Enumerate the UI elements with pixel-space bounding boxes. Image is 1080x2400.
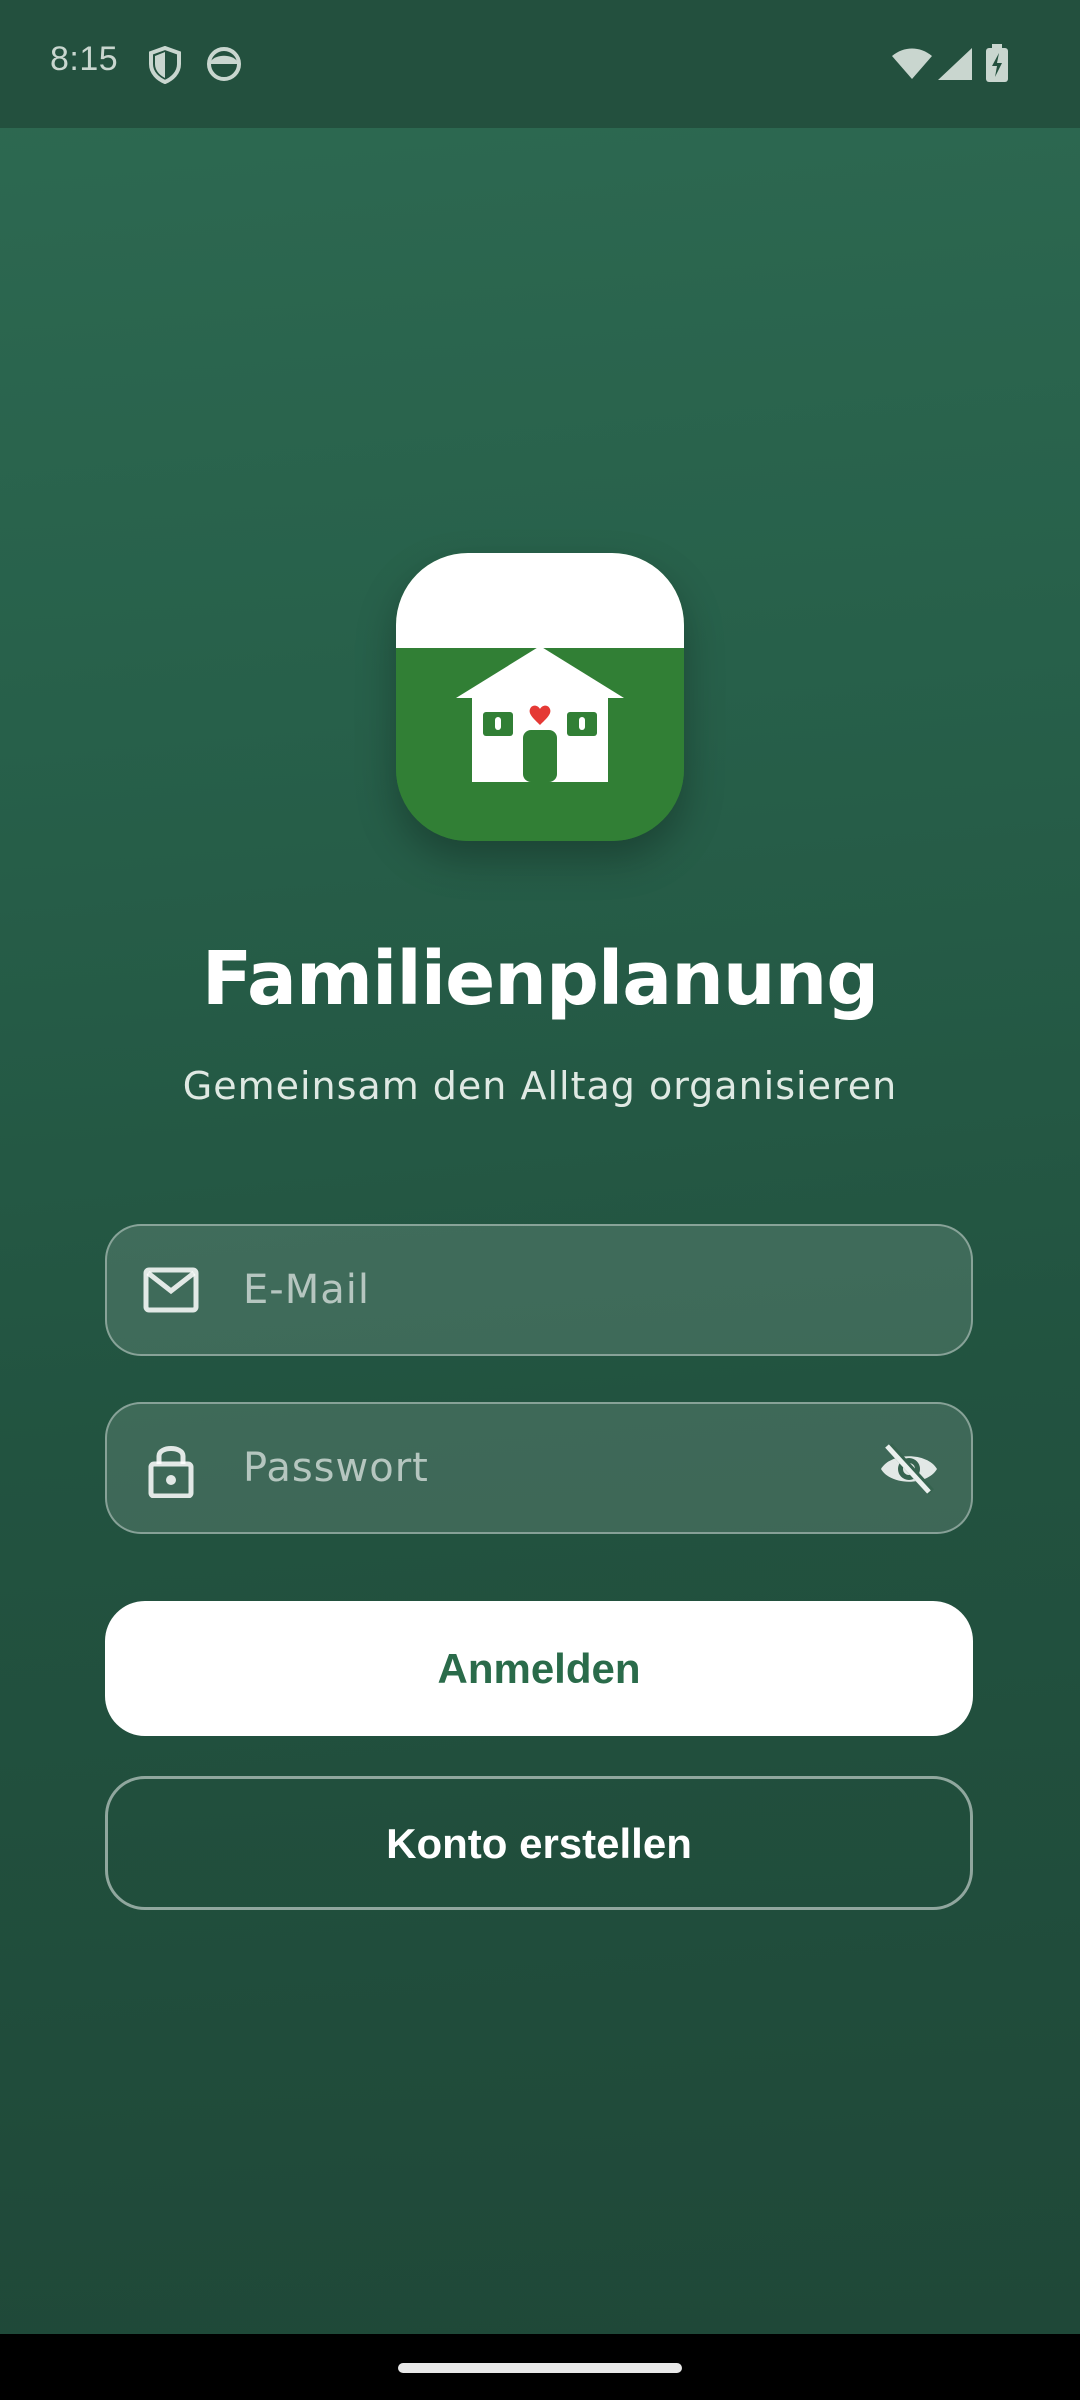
status-bar: 8:15 (0, 0, 1080, 128)
house-heart-icon (396, 553, 684, 841)
password-input[interactable] (243, 1404, 803, 1532)
face-icon (206, 46, 242, 86)
password-field[interactable] (105, 1402, 973, 1534)
create-account-button[interactable]: Konto erstellen (105, 1776, 973, 1910)
battery-charging-icon (986, 44, 1008, 86)
app-title: Familienplanung (201, 936, 880, 1022)
app-subtitle: Gemeinsam den Alltag organisieren (182, 1064, 898, 1108)
lock-icon (143, 1440, 199, 1502)
email-input[interactable] (243, 1226, 803, 1354)
wifi-icon (892, 48, 932, 84)
signal-icon (938, 48, 972, 84)
home-indicator[interactable] (398, 2363, 682, 2373)
mail-icon (143, 1266, 199, 1318)
email-field[interactable] (105, 1224, 973, 1356)
login-screen: 8:15 Familienplanung Gemeinsam den Allta… (0, 0, 1080, 2334)
shield-icon (148, 45, 182, 88)
app-logo (396, 553, 684, 841)
eye-off-icon[interactable] (879, 1442, 939, 1496)
login-button[interactable]: Anmelden (105, 1601, 973, 1736)
status-time: 8:15 (50, 40, 119, 78)
